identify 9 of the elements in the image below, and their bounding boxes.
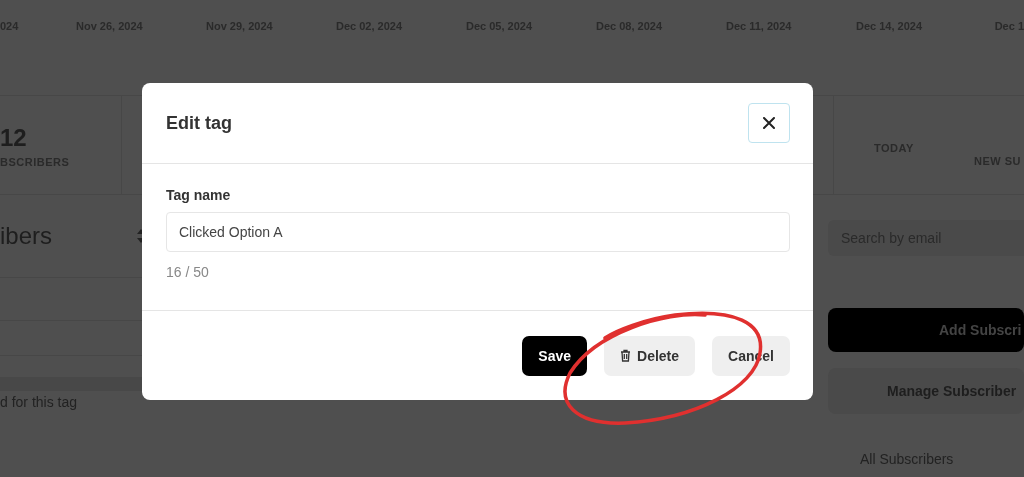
character-counter: 16 / 50 [166,264,210,280]
field-label: Tag name [166,187,232,203]
close-button[interactable] [748,103,790,143]
trash-icon [620,349,632,362]
tag-name-field[interactable]: Clicked Option A [166,212,790,252]
save-button[interactable]: Save [522,335,588,376]
dialog-title: Edit tag [166,112,232,134]
delete-button[interactable]: Delete [604,335,696,376]
close-icon [763,117,775,129]
